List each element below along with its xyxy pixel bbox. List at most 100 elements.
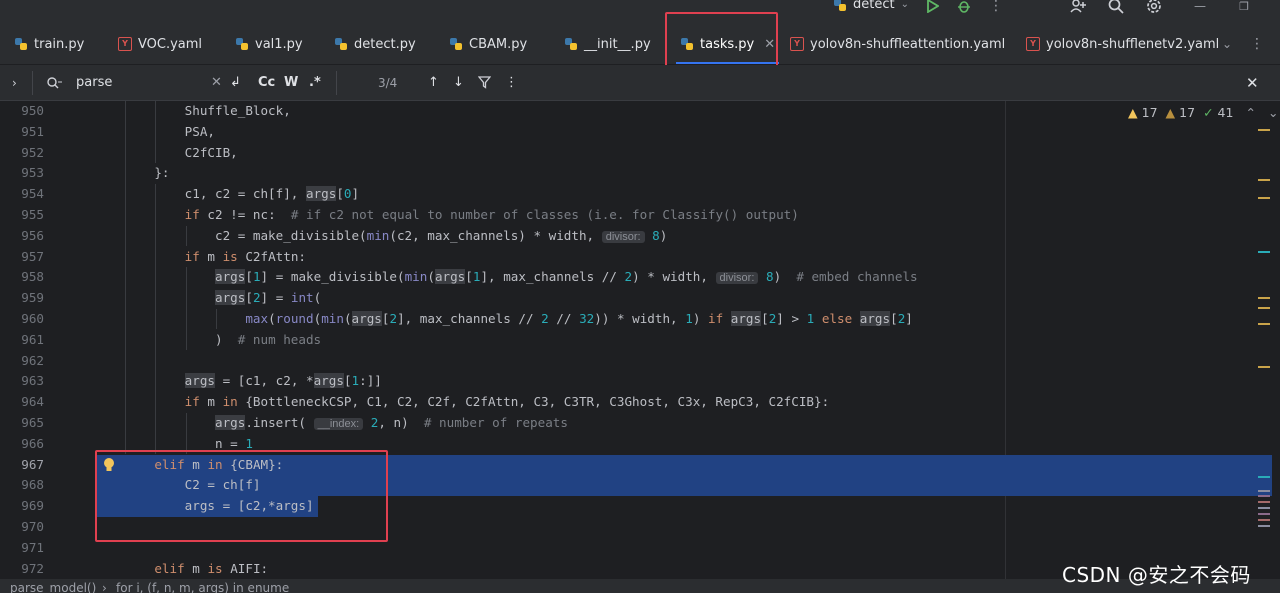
code-line: 952 C2fCIB, — [21, 144, 238, 160]
code-line: 954 c1, c2 = ch[f], args[0] — [21, 186, 360, 202]
scroll-marker — [1258, 297, 1270, 299]
run-config-label: detect — [853, 0, 895, 12]
search-input[interactable]: parse — [76, 65, 112, 100]
tab-voc-yaml[interactable]: Y VOC.yaml — [118, 24, 202, 64]
scroll-marker — [1258, 501, 1270, 503]
breadcrumb-separator: › — [102, 581, 107, 593]
python-icon — [834, 0, 846, 11]
chevron-down-icon: ⌄ — [1222, 37, 1233, 51]
code-line: 956 c2 = make_divisible(min(c2, max_chan… — [21, 227, 668, 243]
scroll-marker — [1258, 476, 1270, 478]
search-icon[interactable] — [1106, 0, 1126, 16]
code-line: 959 args[2] = int( — [21, 290, 322, 306]
python-file-icon — [565, 38, 577, 50]
search-query-text: parse — [76, 75, 113, 90]
tab-yolov8n-shufflenetv2-yaml[interactable]: Y yolov8n-shufflenetv2.yaml — [1026, 24, 1219, 64]
python-file-icon — [335, 38, 347, 50]
scroll-marker — [1258, 507, 1270, 509]
code-line: 964 if m in {BottleneckCSP, C1, C2, C2f,… — [21, 394, 830, 410]
scroll-marker — [1258, 495, 1270, 497]
python-file-icon — [450, 38, 462, 50]
scroll-marker — [1258, 519, 1270, 521]
yaml-file-icon: Y — [1026, 37, 1040, 51]
weak-warning-count: 17 — [1179, 105, 1196, 120]
gear-icon[interactable] — [1144, 0, 1164, 16]
more-icon[interactable]: ⋮ — [986, 0, 1006, 16]
words-toggle[interactable]: W — [284, 65, 298, 100]
chevron-up-icon[interactable]: ⌃ — [1245, 105, 1255, 120]
filter-icon[interactable] — [478, 65, 491, 100]
chevron-down-icon[interactable]: ⌄ — [1268, 105, 1278, 120]
code-line: 951 PSA, — [21, 123, 215, 139]
scroll-marker — [1258, 179, 1270, 181]
warning-icon: ▲ — [1128, 105, 1138, 120]
editor-tab-bar: train.py Y VOC.yaml val1.py detect.py CB… — [0, 24, 1280, 65]
tab-label: train.py — [34, 36, 85, 52]
tab-yolov8n-shuffleattention-yaml[interactable]: Y yolov8n-shuffleattention.yaml — [790, 24, 1005, 64]
scroll-marker — [1258, 129, 1270, 131]
code-line: 965 args.insert( __index: 2, n) # number… — [21, 415, 568, 430]
tab-train-py[interactable]: train.py — [14, 24, 84, 64]
check-icon: ✓ — [1203, 105, 1214, 120]
annotation-box-tab — [665, 12, 778, 67]
tab-label: VOC.yaml — [138, 36, 203, 52]
tab-more-button[interactable]: ⋮ — [1250, 24, 1264, 64]
code-line: 955 if c2 != nc: # if c2 not equal to nu… — [21, 207, 799, 222]
more-icon[interactable]: ⋮ — [505, 65, 518, 100]
previous-occurrence-icon[interactable]: ↑ — [428, 65, 439, 100]
scroll-marker — [1258, 251, 1270, 253]
clear-search-icon[interactable]: ✕ — [211, 65, 222, 100]
breadcrumb-item[interactable]: for i, (f, n, m, args) in enume — [116, 581, 289, 593]
tab-label: yolov8n-shufflenetv2.yaml — [1046, 36, 1220, 52]
tab-detect-py[interactable]: detect.py — [334, 24, 416, 64]
weak-warning-icon: ▲ — [1165, 105, 1176, 120]
scroll-marker — [1258, 197, 1270, 199]
code-line: 961 ) # num heads — [21, 331, 322, 347]
code-line: 963 args = [c1, c2, *args[1:]] — [21, 373, 382, 389]
scroll-marker — [1258, 366, 1270, 368]
title-bar: detect ⌄ ⋮ — ❐ — [0, 0, 1280, 24]
run-config-selector[interactable]: detect ⌄ — [833, 0, 909, 12]
new-line-icon[interactable]: ↲ — [230, 65, 241, 100]
find-bar: › parse ✕ ↲ Cc W .* 3/4 ↑ ↓ ⋮ ✕ — [0, 65, 1280, 101]
tab-cbam-py[interactable]: CBAM.py — [449, 24, 527, 64]
minimize-icon[interactable]: — — [1190, 0, 1210, 16]
search-history-icon[interactable] — [46, 65, 62, 100]
add-user-icon[interactable] — [1068, 0, 1088, 16]
next-occurrence-icon[interactable]: ↓ — [453, 65, 464, 100]
more-icon: ⋮ — [1250, 36, 1264, 52]
inspections-widget[interactable]: ▲ 17 ▲ 17 ✓ 41 ⌃ ⌄ — [1128, 105, 1278, 120]
code-line: 958 args[1] = make_divisible(min(args[1]… — [21, 269, 918, 285]
annotation-box-code — [95, 450, 388, 542]
yaml-file-icon: Y — [790, 37, 804, 51]
run-icon[interactable] — [922, 0, 942, 16]
breadcrumb-item[interactable]: parse_model() — [10, 581, 96, 593]
scroll-marker — [1258, 490, 1270, 492]
match-case-toggle[interactable]: Cc — [258, 65, 275, 100]
tab-label: yolov8n-shuffleattention.yaml — [810, 36, 1006, 52]
tab-list-dropdown[interactable]: ⌄ — [1222, 24, 1232, 64]
restore-icon[interactable]: ❐ — [1234, 0, 1254, 16]
close-find-icon[interactable]: ✕ — [1246, 65, 1259, 100]
watermark: CSDN @安之不会码 — [1062, 563, 1251, 587]
python-file-icon — [15, 38, 27, 50]
code-line: 960 max(round(min(args[2], max_channels … — [21, 311, 913, 326]
expand-replace-icon[interactable]: › — [12, 65, 17, 100]
code-line: 962 — [21, 352, 44, 368]
scroll-marker — [1258, 307, 1270, 309]
chevron-down-icon: ⌄ — [900, 0, 909, 10]
code-line: 953 }: — [21, 165, 170, 181]
scroll-marker — [1258, 513, 1270, 515]
python-file-icon — [236, 38, 248, 50]
search-result-count: 3/4 — [378, 75, 398, 90]
scroll-marker — [1258, 323, 1270, 325]
scroll-marker — [1258, 525, 1270, 527]
regex-toggle[interactable]: .* — [309, 65, 321, 100]
tab-label: detect.py — [354, 36, 416, 52]
ok-count: 41 — [1217, 105, 1234, 120]
code-line: 950 Shuffle_Block, — [21, 103, 291, 118]
tab-init-py[interactable]: __init__.py — [564, 24, 651, 64]
tab-label: __init__.py — [584, 36, 651, 52]
debug-icon[interactable] — [954, 0, 974, 16]
tab-val1-py[interactable]: val1.py — [235, 24, 303, 64]
